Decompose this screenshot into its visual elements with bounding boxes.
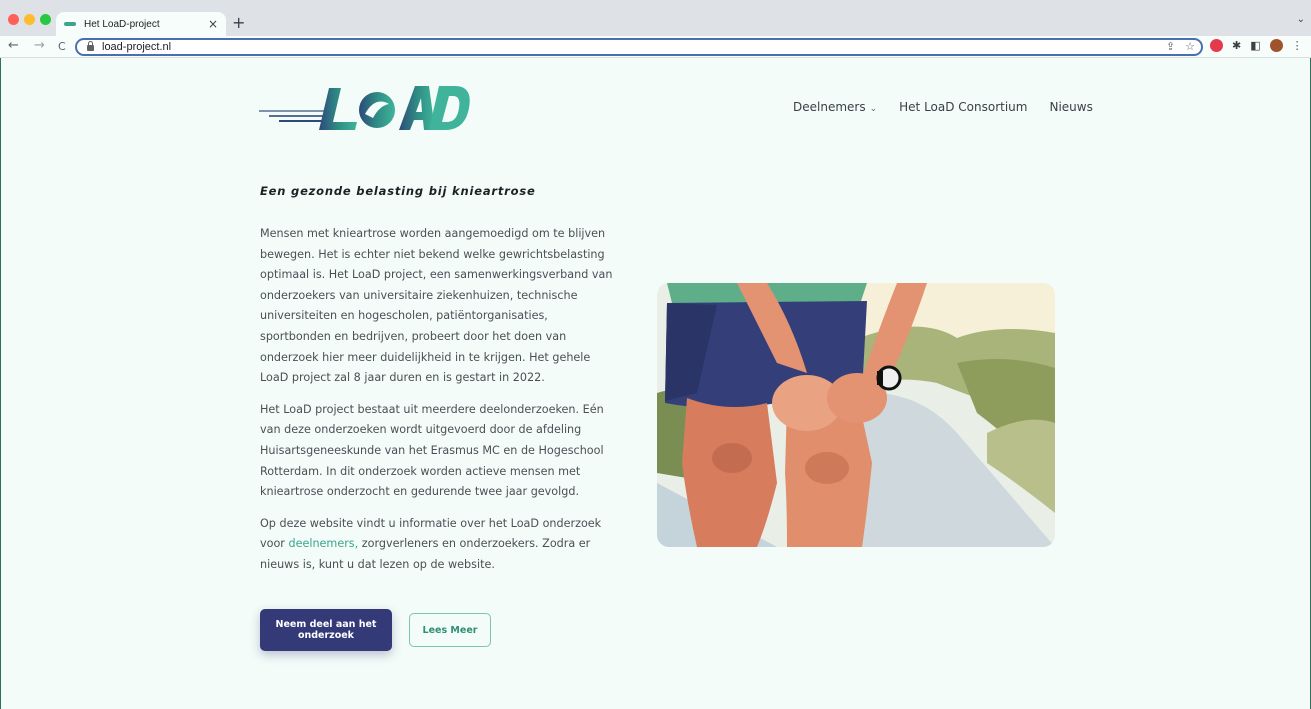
nav-item-news[interactable]: Nieuws <box>1049 100 1092 114</box>
profile-avatar[interactable] <box>1269 39 1283 52</box>
extension-adblock-icon[interactable] <box>1210 39 1223 52</box>
tab-bar: Het LoaD-project × + ⌄ <box>0 0 1311 36</box>
load-logo[interactable] <box>259 80 473 136</box>
extensions-puzzle-icon[interactable]: ✱ <box>1232 39 1241 52</box>
menu-kebab-icon[interactable]: ⋮ <box>1292 39 1303 52</box>
share-icon[interactable]: ⇪ <box>1166 40 1175 53</box>
forward-button[interactable]: → <box>34 38 45 53</box>
bookmark-star-icon[interactable]: ☆ <box>1185 40 1195 53</box>
minimize-window-icon[interactable] <box>24 14 35 25</box>
chevron-down-icon[interactable]: ⌄ <box>870 104 878 114</box>
intro-text: Mensen met knieartrose worden aangemoedi… <box>260 224 620 587</box>
main-nav: Deelnemers ⌄ Het LoaD Consortium Nieuws <box>793 100 1093 114</box>
side-panel-icon[interactable]: ◧ <box>1250 39 1260 52</box>
browser-tab[interactable]: Het LoaD-project × <box>56 12 226 36</box>
web-page: Deelnemers ⌄ Het LoaD Consortium Nieuws E… <box>1 58 1310 709</box>
tab-search-chevron-icon[interactable]: ⌄ <box>1297 14 1305 25</box>
hero-knee-illustration <box>657 283 1055 547</box>
address-bar[interactable]: load-project.nl ⇪ ☆ <box>75 38 1203 56</box>
reload-button[interactable]: C <box>58 40 66 53</box>
back-button[interactable]: ← <box>8 38 19 53</box>
maximize-window-icon[interactable] <box>40 14 51 25</box>
participants-link[interactable]: deelnemers, <box>288 537 358 550</box>
favicon-icon <box>64 22 76 26</box>
url-text[interactable]: load-project.nl <box>102 41 171 53</box>
browser-toolbar: ← → C load-project.nl ⇪ ☆ ✱ ◧ ⋮ <box>0 36 1311 58</box>
close-window-icon[interactable] <box>8 14 19 25</box>
paragraph-info: Op deze website vindt u informatie over … <box>260 516 602 571</box>
page-headline: Een gezonde belasting bij knieartrose <box>260 184 536 198</box>
join-study-button[interactable]: Neem deel aan het onderzoek <box>260 609 392 651</box>
paragraph-intro: Mensen met knieartrose worden aangemoedi… <box>260 227 613 385</box>
lock-icon[interactable] <box>87 41 94 51</box>
read-more-button[interactable]: Lees Meer <box>409 613 491 647</box>
nav-item-consortium[interactable]: Het LoaD Consortium <box>899 100 1027 114</box>
tab-title: Het LoaD-project <box>84 18 160 30</box>
tab-close-icon[interactable]: × <box>208 17 218 31</box>
nav-item-participants[interactable]: Deelnemers ⌄ <box>793 100 877 114</box>
paragraph-study: Het LoaD project bestaat uit meerdere de… <box>260 402 604 499</box>
new-tab-button[interactable]: + <box>232 13 245 32</box>
